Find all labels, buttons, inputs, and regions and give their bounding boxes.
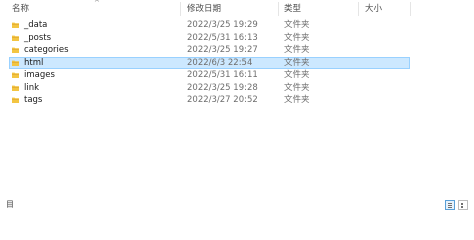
item-modified-date: 2022/3/25 19:27	[187, 45, 258, 55]
item-type: 文件夹	[284, 20, 310, 30]
details-line	[448, 203, 452, 204]
folder-icon	[12, 35, 19, 41]
folder-icon	[12, 47, 19, 53]
item-name[interactable]: _data	[24, 19, 47, 32]
column-header-modified[interactable]: 修改日期	[187, 0, 221, 18]
sort-indicator-icon: ^	[94, 0, 100, 7]
details-line	[448, 207, 452, 208]
item-modified-date: 2022/5/31 16:13	[187, 32, 258, 43]
item-modified-date: 2022/3/27 20:52	[187, 95, 258, 105]
item-name[interactable]: images	[24, 69, 55, 82]
folder-icon	[12, 60, 19, 66]
column-header-size[interactable]: 大小	[365, 0, 382, 18]
list-item[interactable]: categories 2022/3/25 19:27 文件夹	[0, 44, 474, 57]
item-modified-date: 2022/5/31 16:11	[187, 70, 258, 80]
item-name[interactable]: link	[24, 82, 39, 95]
column-divider[interactable]	[410, 2, 411, 16]
list-item[interactable]: html 2022/6/3 22:54 文件夹	[0, 56, 474, 70]
folder-icon	[12, 72, 19, 78]
item-name[interactable]: html	[24, 57, 43, 70]
column-header-type[interactable]: 类型	[284, 0, 301, 18]
details-view-icon[interactable]	[445, 200, 455, 210]
item-name[interactable]: categories	[24, 44, 69, 57]
file-explorer-pane: ^ 名称 修改日期 类型 大小 _data 2022/3/25 19:29 文件…	[0, 0, 474, 213]
column-divider[interactable]	[180, 2, 181, 16]
column-header-bar: ^ 名称 修改日期 类型 大小	[0, 0, 474, 18]
list-item[interactable]: _data 2022/3/25 19:29 文件夹	[0, 19, 474, 32]
status-bar-text: 目	[6, 200, 14, 209]
folder-icon	[12, 85, 19, 91]
item-type: 文件夹	[284, 95, 310, 105]
item-modified-date: 2022/3/25 19:28	[187, 82, 258, 93]
item-type: 文件夹	[284, 82, 310, 93]
tile-square	[461, 203, 463, 205]
view-toggle-group	[445, 200, 468, 210]
list-item[interactable]: link 2022/3/25 19:28 文件夹	[0, 82, 474, 95]
folder-icon	[12, 97, 19, 103]
folder-icon	[12, 22, 19, 28]
list-item[interactable]: _posts 2022/5/31 16:13 文件夹	[0, 32, 474, 45]
item-modified-date: 2022/3/25 19:29	[187, 20, 258, 30]
item-type: 文件夹	[284, 32, 310, 43]
item-name[interactable]: _posts	[24, 32, 51, 45]
tiles-view-icon[interactable]	[458, 200, 468, 210]
item-type: 文件夹	[284, 45, 310, 55]
details-line	[448, 205, 452, 206]
file-list: _data 2022/3/25 19:29 文件夹 _posts 2022/5/…	[0, 19, 474, 107]
list-item[interactable]: images 2022/5/31 16:11 文件夹	[0, 69, 474, 82]
column-divider[interactable]	[358, 2, 359, 16]
item-modified-date: 2022/6/3 22:54	[187, 57, 253, 68]
tile-square	[461, 206, 463, 208]
item-name[interactable]: tags	[24, 94, 42, 107]
column-header-name[interactable]: 名称	[12, 0, 29, 18]
item-type: 文件夹	[284, 70, 310, 80]
column-divider[interactable]	[278, 2, 279, 16]
item-type: 文件夹	[284, 57, 310, 68]
list-item[interactable]: tags 2022/3/27 20:52 文件夹	[0, 94, 474, 107]
